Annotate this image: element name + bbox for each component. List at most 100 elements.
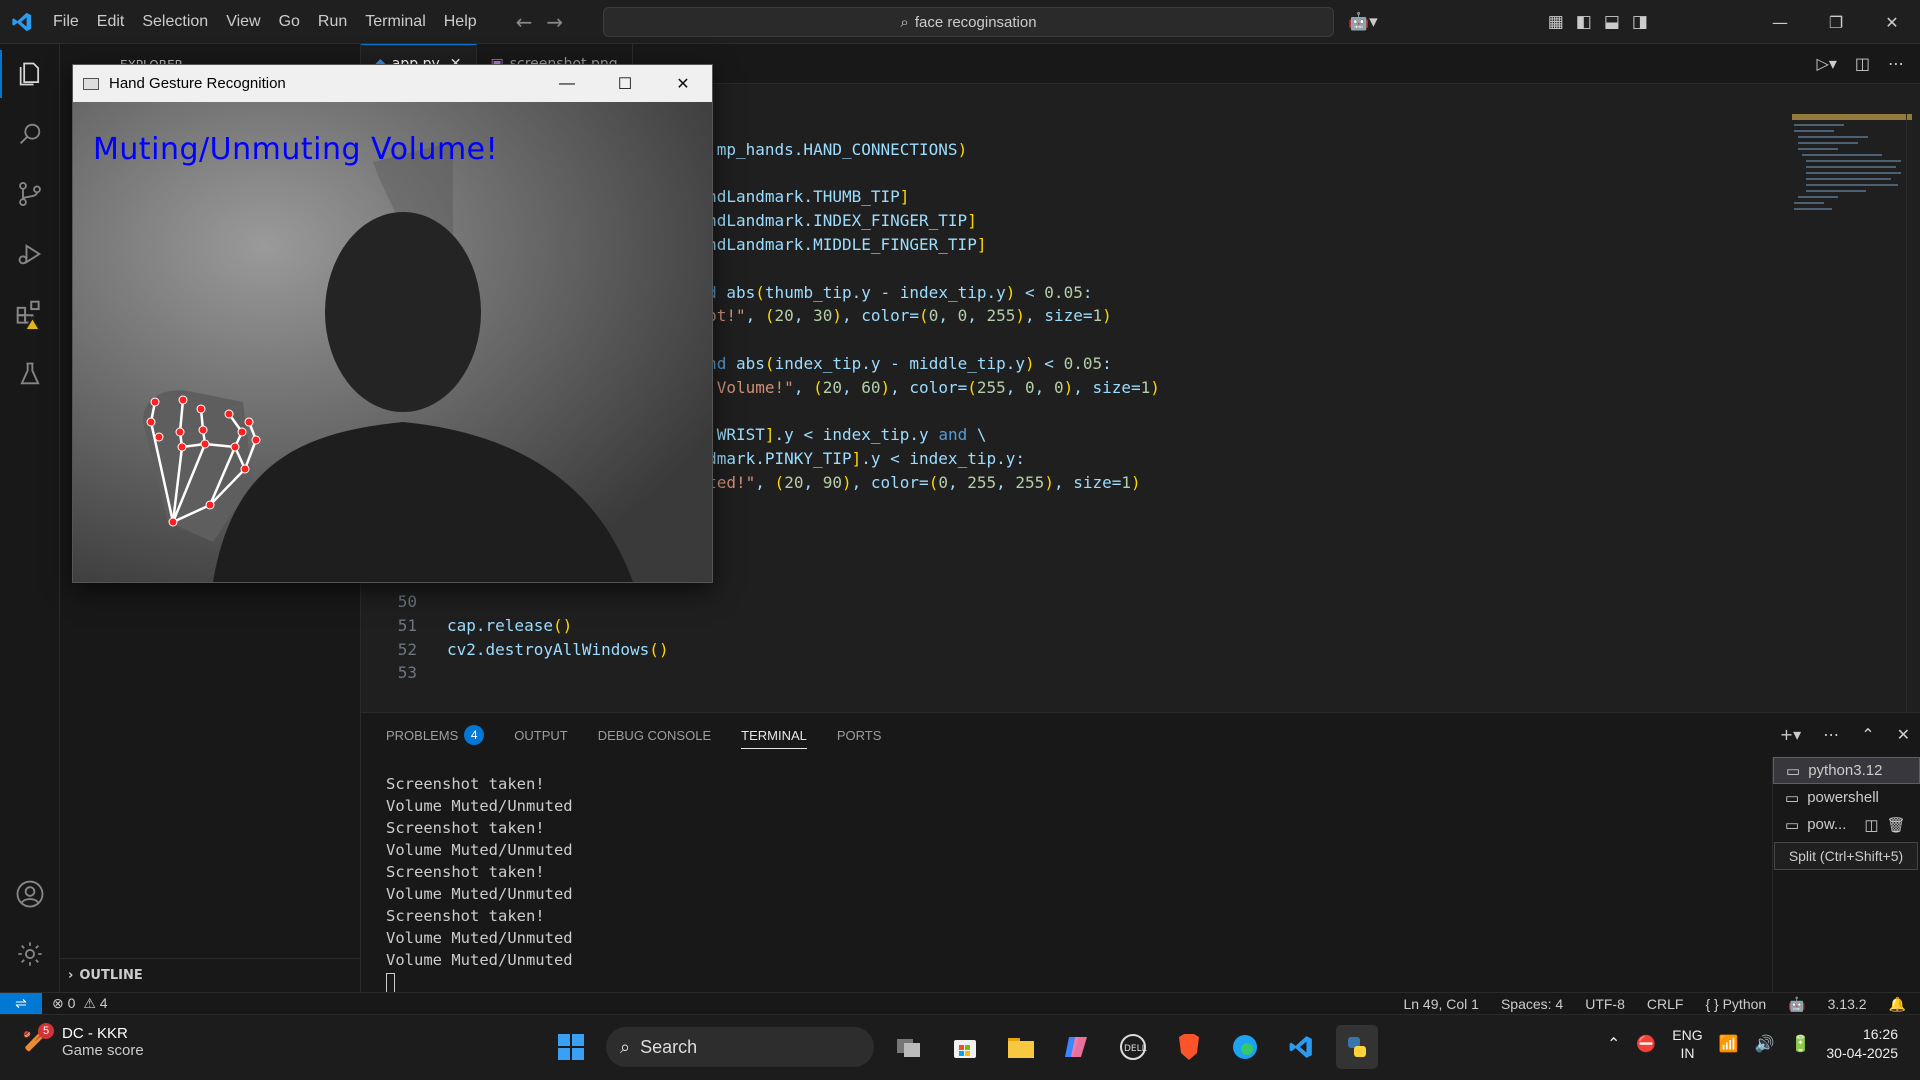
minimize-icon[interactable]: — bbox=[1752, 0, 1808, 44]
copilot-icon[interactable]: 🤖▾ bbox=[1348, 12, 1378, 32]
close-panel-icon[interactable]: ✕ bbox=[1897, 725, 1910, 744]
search-icon[interactable] bbox=[0, 104, 60, 164]
toggle-sidebar-icon[interactable]: ◧ bbox=[1576, 12, 1592, 32]
terminal-list: ▭ python3.12 ▭ powershell ▭ pow... ◫ 🗑 bbox=[1772, 757, 1920, 993]
search-icon: ⌕ bbox=[620, 1036, 631, 1057]
task-view-icon[interactable] bbox=[888, 1025, 930, 1069]
new-terminal-icon[interactable]: +▾ bbox=[1780, 725, 1801, 744]
copilot-app-icon[interactable] bbox=[1056, 1025, 1098, 1069]
toggle-secondary-sidebar-icon[interactable]: ◨ bbox=[1632, 12, 1648, 32]
maximize-panel-icon[interactable]: ⌃ bbox=[1861, 725, 1874, 744]
language-indicator[interactable]: ENG IN bbox=[1672, 1026, 1702, 1062]
line-number: 53 bbox=[397, 663, 417, 683]
testing-icon[interactable] bbox=[0, 344, 60, 404]
settings-gear-icon[interactable] bbox=[0, 924, 60, 984]
tab-terminal[interactable]: TERMINAL bbox=[741, 713, 807, 757]
microsoft-store-icon[interactable] bbox=[944, 1025, 986, 1069]
vscode-logo-icon bbox=[0, 0, 44, 44]
battery-icon[interactable]: 🔋 bbox=[1790, 1034, 1810, 1054]
language-mode[interactable]: { } Python bbox=[1705, 996, 1766, 1012]
terminal-line: Volume Muted/Unmuted bbox=[386, 885, 573, 903]
cricket-widget-icon: 🏏 5 bbox=[22, 1023, 54, 1059]
tab-output[interactable]: OUTPUT bbox=[514, 713, 567, 757]
command-center-search[interactable]: ⌕ face recoginsation bbox=[603, 7, 1334, 37]
line-ending[interactable]: CRLF bbox=[1647, 996, 1684, 1012]
toggle-panel-icon[interactable]: ⬓ bbox=[1604, 12, 1620, 32]
encoding[interactable]: UTF-8 bbox=[1585, 996, 1625, 1012]
remote-icon[interactable]: ⇌ bbox=[0, 992, 42, 1015]
split-terminal-icon[interactable]: ◫ bbox=[1864, 816, 1878, 834]
editor-scrollbar[interactable] bbox=[1906, 114, 1920, 712]
more-actions-icon[interactable]: ⋯ bbox=[1888, 54, 1904, 73]
forward-arrow-icon[interactable]: → bbox=[546, 10, 563, 34]
extensions-icon[interactable] bbox=[0, 284, 60, 344]
terminal-icon: ▭ bbox=[1786, 762, 1801, 780]
app-window-icon bbox=[83, 77, 99, 90]
svg-text:DELL: DELL bbox=[1124, 1044, 1147, 1054]
brave-browser-icon[interactable] bbox=[1168, 1025, 1210, 1069]
close-icon[interactable]: ✕ bbox=[1864, 0, 1920, 44]
terminal-item-powershell-2[interactable]: ▭ pow... ◫ 🗑 bbox=[1773, 811, 1920, 838]
terminal-line: Volume Muted/Unmuted bbox=[386, 797, 573, 815]
outline-label: OUTLINE bbox=[79, 968, 143, 983]
chevron-up-icon[interactable]: ⌃ bbox=[1607, 1034, 1620, 1054]
menu-view[interactable]: View bbox=[217, 13, 269, 31]
wifi-icon[interactable]: 📶 bbox=[1719, 1034, 1739, 1054]
code-line: 50 bbox=[361, 590, 1781, 614]
split-editor-icon[interactable]: ◫ bbox=[1855, 54, 1870, 73]
accounts-icon[interactable] bbox=[0, 864, 60, 924]
tab-problems-label: PROBLEMS bbox=[386, 727, 459, 743]
terminal-item-powershell[interactable]: ▭ powershell bbox=[1773, 784, 1920, 811]
close-icon[interactable]: ✕ bbox=[654, 65, 712, 102]
customize-layout-icon[interactable]: ▦ bbox=[1548, 12, 1564, 32]
indentation[interactable]: Spaces: 4 bbox=[1501, 996, 1563, 1012]
trash-icon[interactable]: 🗑 bbox=[1887, 816, 1906, 834]
dell-icon[interactable]: DELL bbox=[1112, 1025, 1154, 1069]
python-taskbar-icon[interactable] bbox=[1336, 1025, 1378, 1069]
terminal-output[interactable]: Screenshot taken! Volume Muted/Unmuted Scr… bbox=[386, 773, 573, 993]
maximize-icon[interactable]: ☐ bbox=[596, 65, 654, 102]
panel-tabs: PROBLEMS 4 OUTPUT DEBUG CONSOLE TERMINAL … bbox=[361, 713, 1920, 757]
volume-icon[interactable]: 🔊 bbox=[1755, 1034, 1775, 1054]
tab-debug-console[interactable]: DEBUG CONSOLE bbox=[598, 713, 711, 757]
tab-ports[interactable]: PORTS bbox=[837, 713, 882, 757]
clock[interactable]: 16:26 30-04-2025 bbox=[1826, 1025, 1898, 1063]
menu-terminal[interactable]: Terminal bbox=[356, 13, 434, 31]
vscode-taskbar-icon[interactable] bbox=[1280, 1025, 1322, 1069]
copilot-status-icon[interactable]: 🤖 bbox=[1788, 996, 1805, 1013]
more-actions-icon[interactable]: ⋯ bbox=[1823, 725, 1839, 744]
tab-problems[interactable]: PROBLEMS 4 bbox=[386, 713, 485, 757]
back-arrow-icon[interactable]: ← bbox=[516, 10, 533, 34]
widgets-button[interactable]: 🏏 5 DC - KKR Game score bbox=[22, 1023, 144, 1059]
python-version[interactable]: 3.13.2 bbox=[1828, 996, 1867, 1012]
taskbar-search[interactable]: ⌕ Search bbox=[606, 1027, 874, 1067]
network-off-icon[interactable]: ⛔ bbox=[1636, 1034, 1656, 1054]
run-debug-icon[interactable] bbox=[0, 224, 60, 284]
menu-go[interactable]: Go bbox=[270, 13, 309, 31]
file-explorer-icon[interactable] bbox=[1000, 1025, 1042, 1069]
run-python-icon[interactable]: ▷▾ bbox=[1817, 54, 1837, 73]
outline-section[interactable]: › OUTLINE bbox=[60, 958, 361, 992]
terminal-line: Volume Muted/Unmuted bbox=[386, 929, 573, 947]
source-control-icon[interactable] bbox=[0, 164, 60, 224]
windows-start-icon[interactable] bbox=[550, 1025, 592, 1069]
menu-edit[interactable]: Edit bbox=[88, 13, 134, 31]
edge-browser-icon[interactable] bbox=[1224, 1025, 1266, 1069]
gesture-recognition-window: Hand Gesture Recognition — ☐ ✕ Muting/Un… bbox=[72, 64, 713, 583]
minimap[interactable] bbox=[1792, 114, 1912, 234]
cursor-position[interactable]: Ln 49, Col 1 bbox=[1403, 996, 1479, 1012]
restore-icon[interactable]: ❐ bbox=[1808, 0, 1864, 44]
bell-icon[interactable]: 🔔 bbox=[1889, 996, 1906, 1013]
menu-run[interactable]: Run bbox=[309, 13, 356, 31]
explorer-icon[interactable] bbox=[0, 44, 60, 104]
editor-actions: ▷▾ ◫ ⋯ bbox=[1817, 54, 1904, 73]
menu-file[interactable]: File bbox=[44, 13, 88, 31]
menu-help[interactable]: Help bbox=[435, 13, 486, 31]
menu-selection[interactable]: Selection bbox=[133, 13, 217, 31]
gesture-window-titlebar[interactable]: Hand Gesture Recognition — ☐ ✕ bbox=[73, 65, 712, 102]
lang-top: ENG bbox=[1672, 1027, 1703, 1043]
problems-status[interactable]: ⊗ 0 ⚠ 4 bbox=[52, 995, 108, 1012]
terminal-item-python[interactable]: ▭ python3.12 bbox=[1773, 757, 1920, 784]
minimize-icon[interactable]: — bbox=[538, 65, 596, 102]
